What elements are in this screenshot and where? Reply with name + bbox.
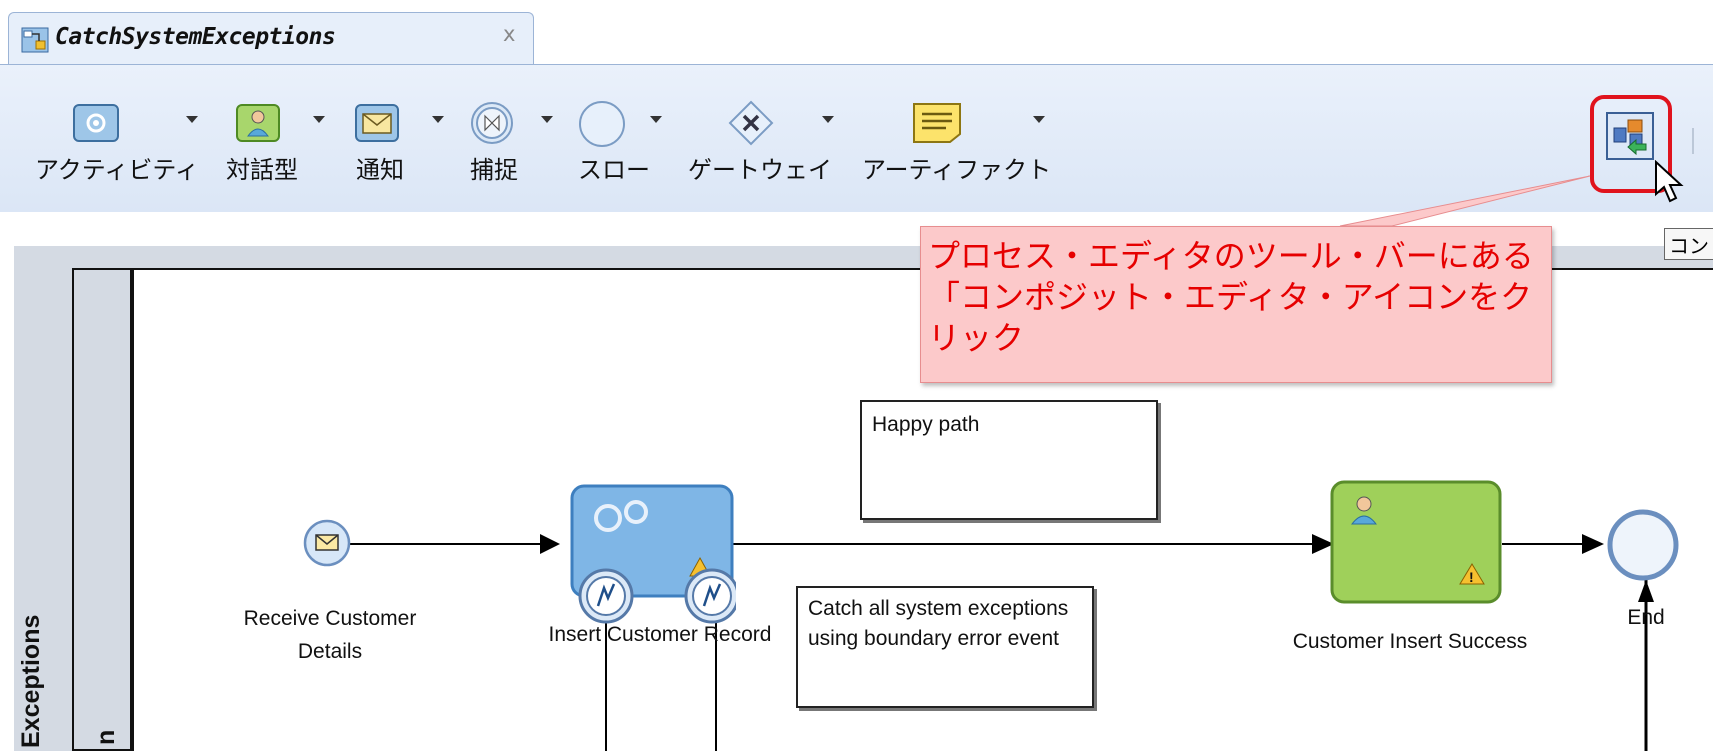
instruction-callout-text: プロセス・エディタのツール・バーにある「コンポジット・エディタ・アイコンをクリッ… <box>928 237 1534 357</box>
